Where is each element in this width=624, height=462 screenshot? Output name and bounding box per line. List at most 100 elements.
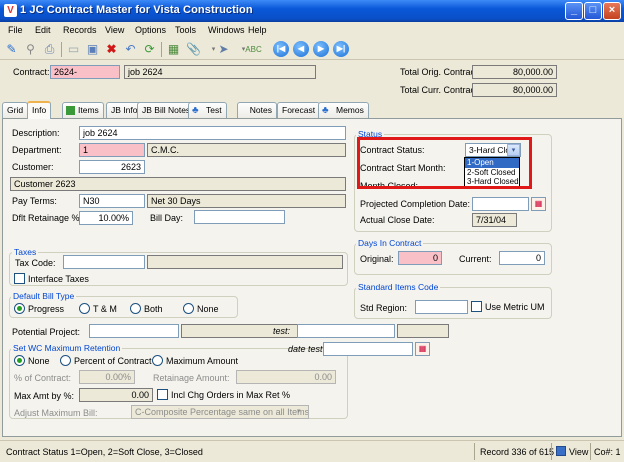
close-button[interactable]: × — [603, 2, 621, 20]
next-record-icon[interactable]: ▶ — [313, 41, 329, 57]
tax-code-input[interactable] — [63, 255, 145, 269]
memos-hierarchy-icon: ♣ — [322, 105, 329, 116]
contract-input[interactable]: 2624- — [50, 65, 120, 79]
bill-type-tm-label: T & M — [93, 304, 117, 314]
days-current-input[interactable]: 0 — [499, 251, 545, 265]
dflt-retainage-input[interactable]: 10.00% — [79, 211, 133, 225]
total-curr-label: Total Curr. Contract: — [400, 85, 481, 95]
attachment-icon[interactable]: 📎 — [185, 41, 202, 58]
max-amt-label: Max Amt by %: — [14, 391, 75, 401]
date-test-input[interactable] — [323, 342, 413, 356]
wc-percent-label: Percent of Contract — [74, 356, 152, 366]
bill-day-label: Bill Day: — [150, 213, 184, 223]
projected-completion-label: Projected Completion Date: — [360, 199, 471, 209]
menu-options[interactable]: Options — [135, 25, 166, 35]
start-month-label: Contract Start Month: — [360, 163, 446, 173]
new-record-icon[interactable]: ▭ — [65, 41, 82, 58]
bill-type-progress-radio[interactable] — [14, 303, 25, 314]
days-current-label: Current: — [459, 254, 492, 264]
tab-grid[interactable]: Grid — [2, 102, 29, 118]
hierarchy-icon: ♣ — [192, 105, 199, 116]
max-amt-input[interactable]: 0.00 — [79, 388, 153, 402]
bill-type-none-radio[interactable] — [183, 303, 194, 314]
view-label[interactable]: View — [569, 447, 588, 457]
total-orig-label: Total Orig. Contract: — [400, 67, 481, 77]
interface-taxes-checkbox[interactable] — [14, 273, 25, 284]
contract-status-dropdown: 1-Open 2-Soft Closed 3-Hard Closed — [464, 157, 520, 188]
maximize-button[interactable]: □ — [584, 2, 602, 20]
menu-tools[interactable]: Tools — [175, 25, 196, 35]
use-metric-um-checkbox[interactable] — [471, 301, 482, 312]
status-option-open[interactable]: 1-Open — [465, 158, 519, 168]
lookup-icon[interactable]: ⚲ — [22, 41, 39, 58]
menu-view[interactable]: View — [105, 25, 124, 35]
projected-completion-input[interactable] — [472, 197, 529, 211]
projected-completion-calendar-icon[interactable]: ▦ — [531, 197, 546, 211]
department-description: C.M.C. — [147, 143, 346, 157]
tab-notes[interactable]: Notes — [237, 102, 277, 118]
menu-help[interactable]: Help — [248, 25, 267, 35]
menu-file[interactable]: File — [8, 25, 23, 35]
menu-windows[interactable]: Windows — [208, 25, 245, 35]
adjust-max-bill-select[interactable]: C-Composite Percentage same on all Items — [131, 405, 309, 419]
status-option-soft-closed[interactable]: 2-Soft Closed — [465, 168, 519, 178]
calculator-icon[interactable]: ▦ — [165, 41, 182, 58]
std-region-input[interactable] — [415, 300, 468, 314]
first-record-icon[interactable]: |◀ — [273, 41, 289, 57]
menu-edit[interactable]: Edit — [35, 25, 51, 35]
incl-chg-orders-checkbox[interactable] — [157, 389, 168, 400]
status-message: Contract Status 1=Open, 2=Soft Close, 3=… — [6, 447, 203, 457]
contract-status-chevron-icon[interactable]: ▾ — [507, 144, 520, 156]
pay-terms-input[interactable]: N30 — [79, 194, 145, 208]
contract-label: Contract: — [13, 67, 50, 77]
tools-icon[interactable]: ➤ — [215, 41, 232, 58]
app-icon: V — [4, 4, 17, 17]
tab-test[interactable]: ♣ Test — [188, 102, 227, 118]
tab-memos[interactable]: ♣ Memos — [318, 102, 369, 118]
delete-icon[interactable]: ✖ — [103, 41, 120, 58]
retainage-amount-label: Retainage Amount: — [153, 373, 230, 383]
menu-records[interactable]: Records — [63, 25, 97, 35]
tab-forecast[interactable]: Forecast — [277, 102, 321, 118]
status-option-hard-closed[interactable]: 3-Hard Closed — [465, 177, 519, 187]
potential-project-input[interactable] — [89, 324, 179, 338]
actual-close-value: 7/31/04 — [472, 213, 517, 227]
wc-max-amount-radio[interactable] — [152, 355, 163, 366]
bill-type-both-radio[interactable] — [130, 303, 141, 314]
tab-items[interactable]: Items — [62, 102, 104, 118]
tab-info[interactable]: Info — [27, 101, 52, 119]
retainage-amount-input[interactable]: 0.00 — [236, 370, 336, 384]
last-record-icon[interactable]: ▶| — [333, 41, 349, 57]
save-icon[interactable]: ▣ — [84, 41, 101, 58]
minimize-button[interactable]: _ — [565, 2, 583, 20]
bill-type-none-label: None — [197, 304, 219, 314]
date-test-calendar-icon[interactable]: ▦ — [415, 342, 430, 356]
undo-icon[interactable]: ↶ — [122, 41, 139, 58]
customer-input[interactable]: 2623 — [79, 160, 145, 174]
wc-max-retention-title: Set WC Maximum Retention — [11, 343, 123, 353]
wc-none-radio[interactable] — [14, 355, 25, 366]
bill-type-group-title: Default Bill Type — [11, 291, 77, 301]
customer-label: Customer: — [12, 162, 54, 172]
prev-record-icon[interactable]: ◀ — [293, 41, 309, 57]
contract-description: job 2624 — [124, 65, 316, 79]
print-icon[interactable]: ⎙ — [41, 41, 58, 58]
taxes-group-title: Taxes — [12, 247, 39, 257]
bill-type-tm-radio[interactable] — [79, 303, 90, 314]
pct-contract-input[interactable]: 0.00% — [79, 370, 135, 384]
spellcheck-icon[interactable]: ABC — [245, 41, 262, 58]
test-input[interactable] — [297, 324, 395, 338]
record-count: Record 336 of 615 — [480, 447, 555, 457]
edit-pencil-icon[interactable]: ✎ — [3, 41, 20, 58]
refresh-icon[interactable]: ⟳ — [141, 41, 158, 58]
wc-percent-radio[interactable] — [60, 355, 71, 366]
month-closed-label: Month Closed: — [360, 181, 419, 191]
bill-day-input[interactable] — [194, 210, 285, 224]
tab-jb-bill-notes[interactable]: JB Bill Notes — [137, 102, 196, 118]
description-input[interactable]: job 2624 — [79, 126, 346, 140]
days-original-input[interactable]: 0 — [398, 251, 442, 265]
wc-max-amount-label: Maximum Amount — [166, 356, 239, 366]
description-label: Description: — [12, 128, 60, 138]
standard-items-title: Standard Items Code — [356, 282, 441, 292]
department-input[interactable]: 1 — [79, 143, 145, 157]
